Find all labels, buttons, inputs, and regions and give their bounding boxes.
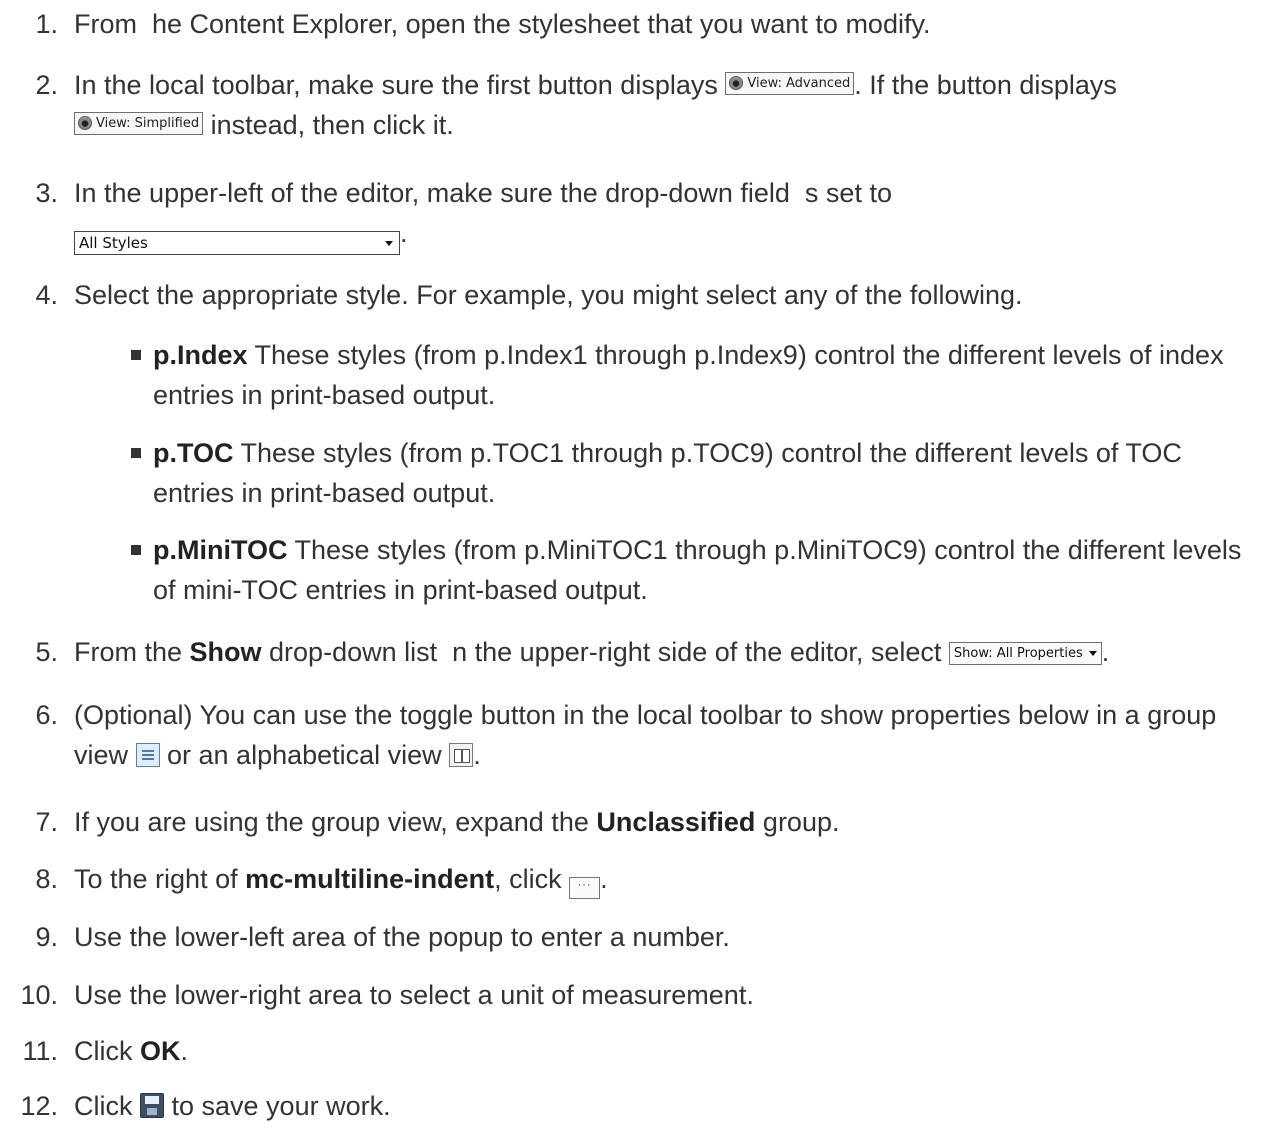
view-simplified-button[interactable]: View: Simplified: [74, 111, 204, 135]
dropdown-value: All Styles: [79, 234, 148, 252]
step-number: 10.: [20, 980, 58, 1010]
step-number: 12.: [20, 1091, 58, 1121]
step-number: 7.: [35, 807, 58, 837]
step-number: 2.: [35, 70, 58, 100]
step-text: to save your work.: [164, 1091, 391, 1121]
style-name: p.Index: [153, 340, 248, 370]
step-text: instead, then click it.: [203, 110, 454, 140]
step-number: 11.: [22, 1036, 58, 1066]
step-number: 3.: [35, 178, 58, 208]
step-text: Use the lower-right area to select a uni…: [74, 980, 754, 1010]
step-text: .: [180, 1036, 189, 1066]
step-text: Click: [74, 1036, 140, 1066]
step-text: Select the appropriate style. For exampl…: [74, 280, 1023, 310]
step-number: 5.: [35, 637, 58, 667]
style-name: p.TOC: [153, 438, 234, 468]
step-text: From he Content Explorer, open the style…: [74, 9, 931, 39]
bullet-marker: [131, 448, 141, 458]
bullet-marker: [131, 545, 141, 555]
bullet-marker: [131, 350, 141, 360]
step-text: , click: [494, 864, 570, 894]
styles-dropdown[interactable]: All Styles: [74, 231, 400, 255]
step-number: 6.: [35, 700, 58, 730]
step-number: 8.: [35, 864, 58, 894]
bold-term: Show: [189, 637, 262, 667]
step-text: .: [600, 864, 608, 894]
bullet-text: These styles (from p.MiniTOC1 through p.…: [153, 535, 1249, 605]
group-view-icon[interactable]: [135, 743, 160, 767]
step-text: .: [1101, 637, 1110, 667]
view-advanced-label: View: Advanced: [747, 75, 851, 91]
step-text: group.: [755, 807, 840, 837]
step-text: or an alphabetical view: [159, 740, 450, 770]
eye-icon: [729, 76, 744, 90]
step-text: .: [473, 740, 481, 770]
step-text: . If the button displays: [854, 70, 1117, 100]
view-advanced-button[interactable]: View: Advanced: [725, 71, 855, 95]
alphabetical-view-icon[interactable]: [449, 743, 474, 767]
step-number: 4.: [35, 280, 58, 310]
bold-term: mc-multiline-indent: [245, 864, 495, 894]
show-dropdown-label: Show: All Properties: [953, 646, 1083, 661]
show-all-properties-dropdown[interactable]: Show: All Properties: [948, 642, 1102, 665]
style-name: p.MiniTOC: [153, 535, 288, 565]
bullet-text: These styles (from p.TOC1 through p.TOC9…: [153, 438, 1190, 508]
eye-icon: [78, 116, 92, 130]
chevron-down-icon: [1088, 651, 1097, 656]
ellipsis-button[interactable]: ···: [569, 877, 601, 899]
bullet-text: These styles (from p.Index1 through p.In…: [153, 340, 1232, 410]
save-icon[interactable]: [140, 1093, 164, 1118]
chevron-down-icon: [385, 240, 393, 246]
step-text: In the upper-left of the editor, make su…: [74, 178, 892, 208]
step-text: From the: [74, 637, 190, 667]
step-text: In the local toolbar, make sure the firs…: [74, 70, 726, 100]
step-text: Use the lower-left area of the popup to …: [74, 922, 730, 952]
bold-term: Unclassified: [596, 807, 756, 837]
step-text: To the right of: [74, 864, 246, 894]
bold-term: OK: [140, 1036, 181, 1066]
step-text: drop-down list n the upper-right side of…: [261, 637, 949, 667]
step-text: Click: [74, 1091, 140, 1121]
step-number: 9.: [35, 922, 58, 952]
step-text: If you are using the group view, expand …: [74, 807, 597, 837]
view-simplified-label: View: Simplified: [96, 115, 200, 131]
step-number: 1.: [35, 9, 58, 39]
step-text: .: [400, 218, 408, 248]
